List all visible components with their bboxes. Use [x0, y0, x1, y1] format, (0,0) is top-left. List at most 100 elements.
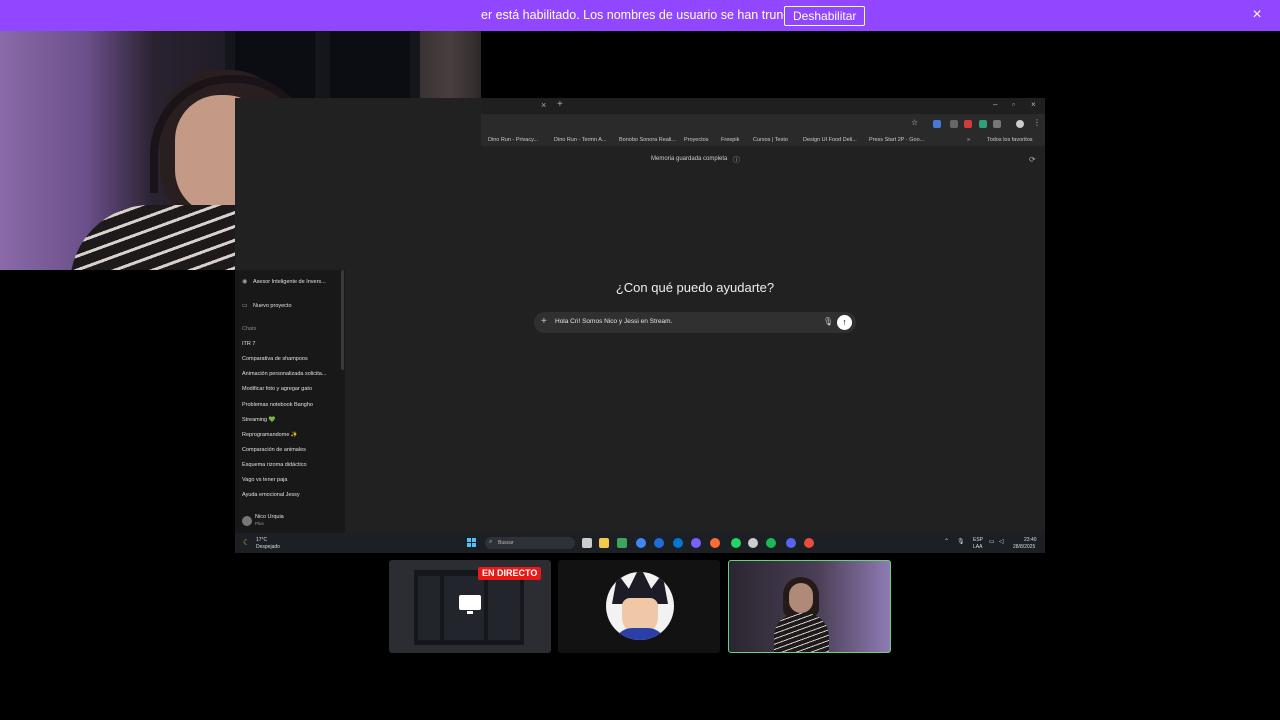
bookmark[interactable]: Press Start 2P · Goo... [869, 137, 924, 143]
tab-bar: × + – ▫ × [481, 98, 1045, 114]
taskbar-app-icon[interactable] [599, 538, 609, 548]
search-placeholder: Buscar [498, 540, 514, 546]
taskbar-app-icon[interactable] [710, 538, 720, 548]
tray-mic-icon[interactable]: 🎙 [957, 538, 965, 545]
taskbar-app-icon[interactable] [691, 538, 701, 548]
disable-button[interactable]: Deshabilitar [784, 6, 866, 26]
user-name[interactable]: Nico Urquia [255, 514, 284, 520]
avatar-suit [614, 628, 666, 640]
participant-tile-avatar[interactable] [558, 560, 720, 653]
bookmark[interactable]: Dino Run - Privacy... [488, 137, 538, 143]
taskbar-app-icon[interactable] [617, 538, 627, 548]
participant-tile-camera[interactable] [728, 560, 891, 653]
bookmark[interactable]: Proyectos [684, 137, 708, 143]
minimize-icon[interactable]: – [993, 100, 997, 109]
extension-icon[interactable] [933, 120, 941, 128]
bookmark[interactable]: Dino Run - Termn A... [554, 137, 606, 143]
temporary-chat-icon[interactable]: ⟳ [1029, 155, 1036, 164]
bookmark[interactable]: Freepik [721, 137, 739, 143]
chat-item[interactable]: Vago vs tener paja [242, 477, 287, 483]
attach-icon[interactable]: + [541, 316, 547, 327]
weather-temp: 17°C [256, 537, 268, 543]
star-icon[interactable]: ☆ [911, 118, 918, 127]
avatar[interactable] [242, 516, 252, 526]
language-bottom[interactable]: LAA [973, 544, 982, 550]
language-top[interactable]: ESP [973, 537, 983, 543]
gpt-icon: ◉ [242, 279, 248, 285]
start-icon[interactable] [467, 538, 477, 548]
clock-date[interactable]: 28/8/2025 [1013, 544, 1035, 550]
chat-item[interactable]: Modificar foto y agregar gato [242, 386, 312, 392]
message-composer[interactable]: + Hola Cri! Somos Nico y Jessi en Stream… [534, 312, 856, 333]
person-shirt [774, 613, 829, 652]
chat-item[interactable]: Comparación de animales [242, 447, 306, 453]
bookmarks-overflow-icon[interactable]: » [967, 137, 970, 143]
chat-item[interactable]: Esquema rizoma didáctico [242, 462, 307, 468]
live-badge: EN DIRECTO [478, 567, 542, 580]
extensions-icon[interactable] [993, 120, 1001, 128]
taskbar-search[interactable]: ⌕ Buscar [485, 537, 575, 549]
chat-item[interactable]: Problemas notebook Bangho [242, 402, 313, 408]
avatar [606, 572, 674, 640]
memory-status: Memoria guardada completa [651, 156, 728, 162]
volume-icon[interactable]: ◁ [999, 538, 1004, 545]
participant-tile-screen[interactable]: EN DIRECTO [389, 560, 551, 653]
bookmark[interactable]: Bonobo Sonora Reali... [619, 137, 676, 143]
taskbar-app-icon[interactable] [748, 538, 758, 548]
preview-column [418, 576, 440, 640]
taskbar-app-icon[interactable] [582, 538, 592, 548]
bookmarks-bar: Dino Run - Privacy... Dino Run - Termn A… [481, 134, 1045, 146]
weather-desc: Despejado [256, 544, 280, 550]
screen-share-icon [459, 595, 481, 610]
toolbar: ☆ ⋮ [481, 114, 1045, 134]
weather-icon: ☾ [243, 538, 251, 547]
bookmark[interactable]: Design UI Food Deli... [803, 137, 857, 143]
user-plan: Plus [255, 521, 264, 526]
chat-item[interactable]: Streaming 💚 [242, 417, 275, 423]
chat-item[interactable]: Ayuda emocional Jessy [242, 492, 300, 498]
taskbar-app-icon[interactable] [766, 538, 776, 548]
window-close-icon[interactable]: × [1031, 100, 1036, 109]
folder-icon: ▭ [242, 303, 248, 309]
sidebar-scrollbar[interactable] [341, 270, 344, 370]
close-icon[interactable]: × [1249, 7, 1265, 23]
taskbar-app-icon[interactable] [636, 538, 646, 548]
info-icon[interactable]: ⓘ [733, 155, 740, 165]
search-icon: ⌕ [489, 539, 493, 545]
mic-icon[interactable]: 🎙 [823, 317, 833, 326]
taskbar-app-icon[interactable] [673, 538, 683, 548]
chats-header: Chats [242, 326, 257, 332]
taskbar-app-icon[interactable] [731, 538, 741, 548]
screen-share-icon-stand [467, 611, 473, 614]
maximize-icon[interactable]: ▫ [1012, 100, 1015, 109]
banner-message: er está habilitado. Los nombres de usuar… [481, 8, 814, 22]
taskbar-app-icon[interactable] [786, 538, 796, 548]
preview-column [488, 576, 520, 640]
greeting-heading: ¿Con qué puedo ayudarte? [615, 280, 775, 295]
network-icon[interactable]: ▭ [989, 538, 995, 545]
sidebar-gpt[interactable]: Asesor Inteligente de Invers... [253, 279, 326, 285]
tray-chevron-icon[interactable]: ⌃ [944, 538, 949, 545]
extension-icon[interactable] [950, 120, 958, 128]
taskbar-app-icon[interactable] [804, 538, 814, 548]
send-button[interactable]: ↑ [837, 315, 852, 330]
all-bookmarks[interactable]: Todos los favoritos [987, 137, 1033, 143]
sidebar: ◉ Asesor Inteligente de Invers... ▭ Nuev… [235, 270, 345, 533]
extension-icon[interactable] [979, 120, 987, 128]
chat-item[interactable]: Reprogramandome ✨ [242, 432, 298, 438]
extension-icon[interactable] [964, 120, 972, 128]
composer-input[interactable]: Hola Cri! Somos Nico y Jessi en Stream. [555, 318, 672, 325]
bookmark[interactable]: Cursos | Testo [753, 137, 788, 143]
clock-time[interactable]: 23:40 [1024, 537, 1037, 543]
chat-item[interactable]: Comparativa de shampoos [242, 356, 308, 362]
new-project-button[interactable]: Nuevo proyecto [253, 303, 292, 309]
chat-item[interactable]: Animación personalizada solicita... [242, 371, 326, 377]
chat-item[interactable]: ITR 7 [242, 341, 255, 347]
menu-icon[interactable]: ⋮ [1033, 118, 1041, 127]
tab-close-icon[interactable]: × [541, 100, 546, 110]
notification-banner: er está habilitado. Los nombres de usuar… [0, 0, 1280, 31]
taskbar-app-icon[interactable] [654, 538, 664, 548]
person-face [789, 583, 813, 613]
profile-icon[interactable] [1016, 120, 1024, 128]
new-tab-icon[interactable]: + [557, 99, 563, 110]
